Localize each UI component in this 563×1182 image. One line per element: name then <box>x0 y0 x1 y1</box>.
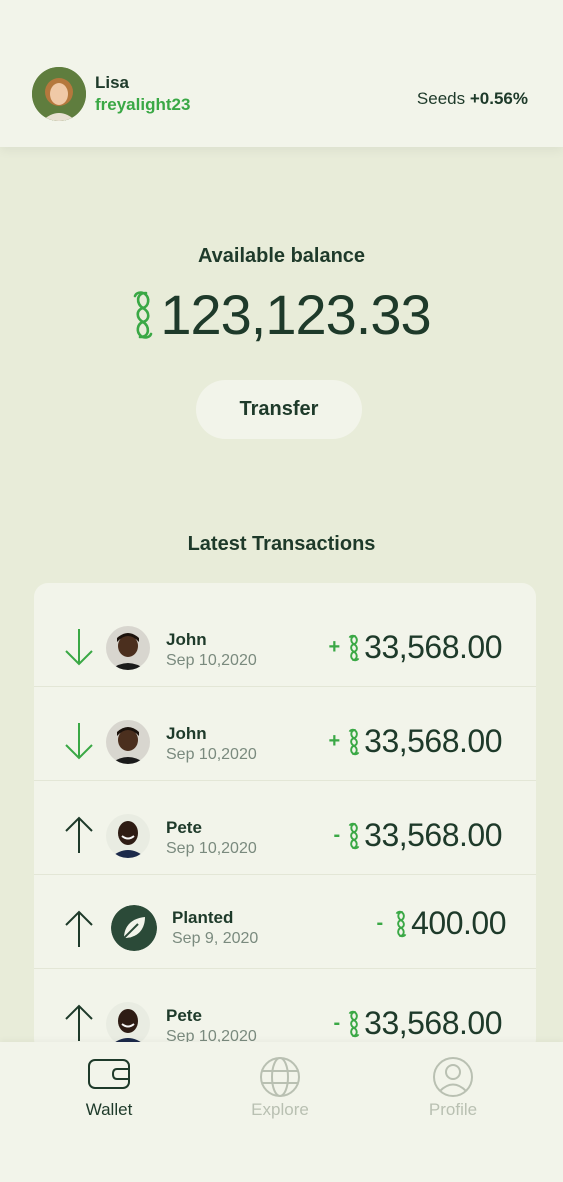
tab-explore-label: Explore <box>251 1100 309 1119</box>
transaction-amount: + 33,568.00 <box>328 629 502 666</box>
transaction-row[interactable]: Planted Sep 9, 2020 - 400.00 <box>34 875 536 969</box>
transactions-list: John Sep 10,2020 + 33,568.00 John Sep 10… <box>34 583 536 1053</box>
seeds-currency-icon <box>348 728 360 755</box>
arrow-up-icon <box>65 910 93 947</box>
tab-wallet[interactable]: Wallet <box>49 1056 169 1146</box>
user-handle: freyalight23 <box>95 95 191 114</box>
transaction-name: John <box>166 630 207 649</box>
seeds-currency-icon <box>395 910 407 937</box>
profile-header: Lisa freyalight23 Seeds +0.56% <box>0 0 563 147</box>
transaction-amount-value: 400.00 <box>411 905 506 941</box>
transaction-amount: - 400.00 <box>376 905 506 942</box>
transaction-name: Pete <box>166 818 202 837</box>
transaction-amount-value: 33,568.00 <box>364 1005 502 1041</box>
arrow-down-icon <box>65 723 93 760</box>
transaction-amount-value: 33,568.00 <box>364 629 502 665</box>
seeds-label: Seeds <box>416 89 466 108</box>
transaction-sign: - <box>333 1012 341 1034</box>
balance-label: Available balance <box>197 245 366 267</box>
transaction-amount: + 33,568.00 <box>328 723 502 760</box>
balance-amount: 123,123.33 <box>160 283 431 346</box>
transaction-amount: - 33,568.00 <box>333 1005 502 1042</box>
transaction-date: Sep 10,2020 <box>166 840 257 857</box>
contact-avatar <box>106 720 150 764</box>
transaction-row[interactable]: Pete Sep 10,2020 - 33,568.00 <box>34 969 536 1053</box>
contact-avatar <box>106 626 150 670</box>
seeds-change-value: +0.56% <box>469 89 528 108</box>
contact-avatar <box>106 1002 150 1046</box>
transfer-button[interactable]: Transfer <box>196 380 362 439</box>
seeds-currency-icon <box>348 1010 360 1037</box>
transaction-name: Pete <box>166 1006 202 1025</box>
arrow-up-icon <box>65 1004 93 1041</box>
seeds-currency-icon <box>348 822 360 849</box>
seeds-change: Seeds +0.56% <box>417 89 528 109</box>
arrow-up-icon <box>65 816 93 853</box>
seeds-currency-icon <box>348 634 360 661</box>
user-icon <box>433 1057 473 1097</box>
seeds-currency-icon <box>134 290 153 339</box>
tab-wallet-label: Wallet <box>85 1100 133 1119</box>
planted-icon <box>111 905 157 951</box>
contact-avatar <box>106 814 150 858</box>
transactions-title: Latest Transactions <box>187 533 376 555</box>
transaction-date: Sep 10,2020 <box>166 652 257 669</box>
bottom-tab-bar: Wallet Explore Profile <box>0 1042 563 1182</box>
tab-profile[interactable]: Profile <box>393 1056 513 1146</box>
transaction-amount: - 33,568.00 <box>333 817 502 854</box>
transaction-row[interactable]: John Sep 10,2020 + 33,568.00 <box>34 593 536 687</box>
transaction-row[interactable]: John Sep 10,2020 + 33,568.00 <box>34 687 536 781</box>
transaction-sign: + <box>328 636 341 658</box>
globe-icon <box>260 1057 300 1097</box>
transaction-name: Planted <box>172 908 234 927</box>
transaction-sign: - <box>333 824 341 846</box>
transaction-amount-value: 33,568.00 <box>364 817 502 853</box>
wallet-icon <box>88 1059 130 1089</box>
transaction-sign: + <box>328 730 341 752</box>
transaction-sign: - <box>376 912 384 934</box>
tab-explore[interactable]: Explore <box>220 1056 340 1146</box>
tab-profile-label: Profile <box>428 1100 478 1119</box>
transaction-date: Sep 10,2020 <box>166 746 257 763</box>
user-name: Lisa <box>95 73 130 92</box>
transaction-amount-value: 33,568.00 <box>364 723 502 759</box>
user-avatar[interactable] <box>32 67 86 121</box>
transaction-date: Sep 9, 2020 <box>172 930 259 947</box>
transaction-name: John <box>166 724 207 743</box>
balance-row: 123,123.33 <box>0 282 563 347</box>
transaction-row[interactable]: Pete Sep 10,2020 - 33,568.00 <box>34 781 536 875</box>
arrow-down-icon <box>65 629 93 666</box>
